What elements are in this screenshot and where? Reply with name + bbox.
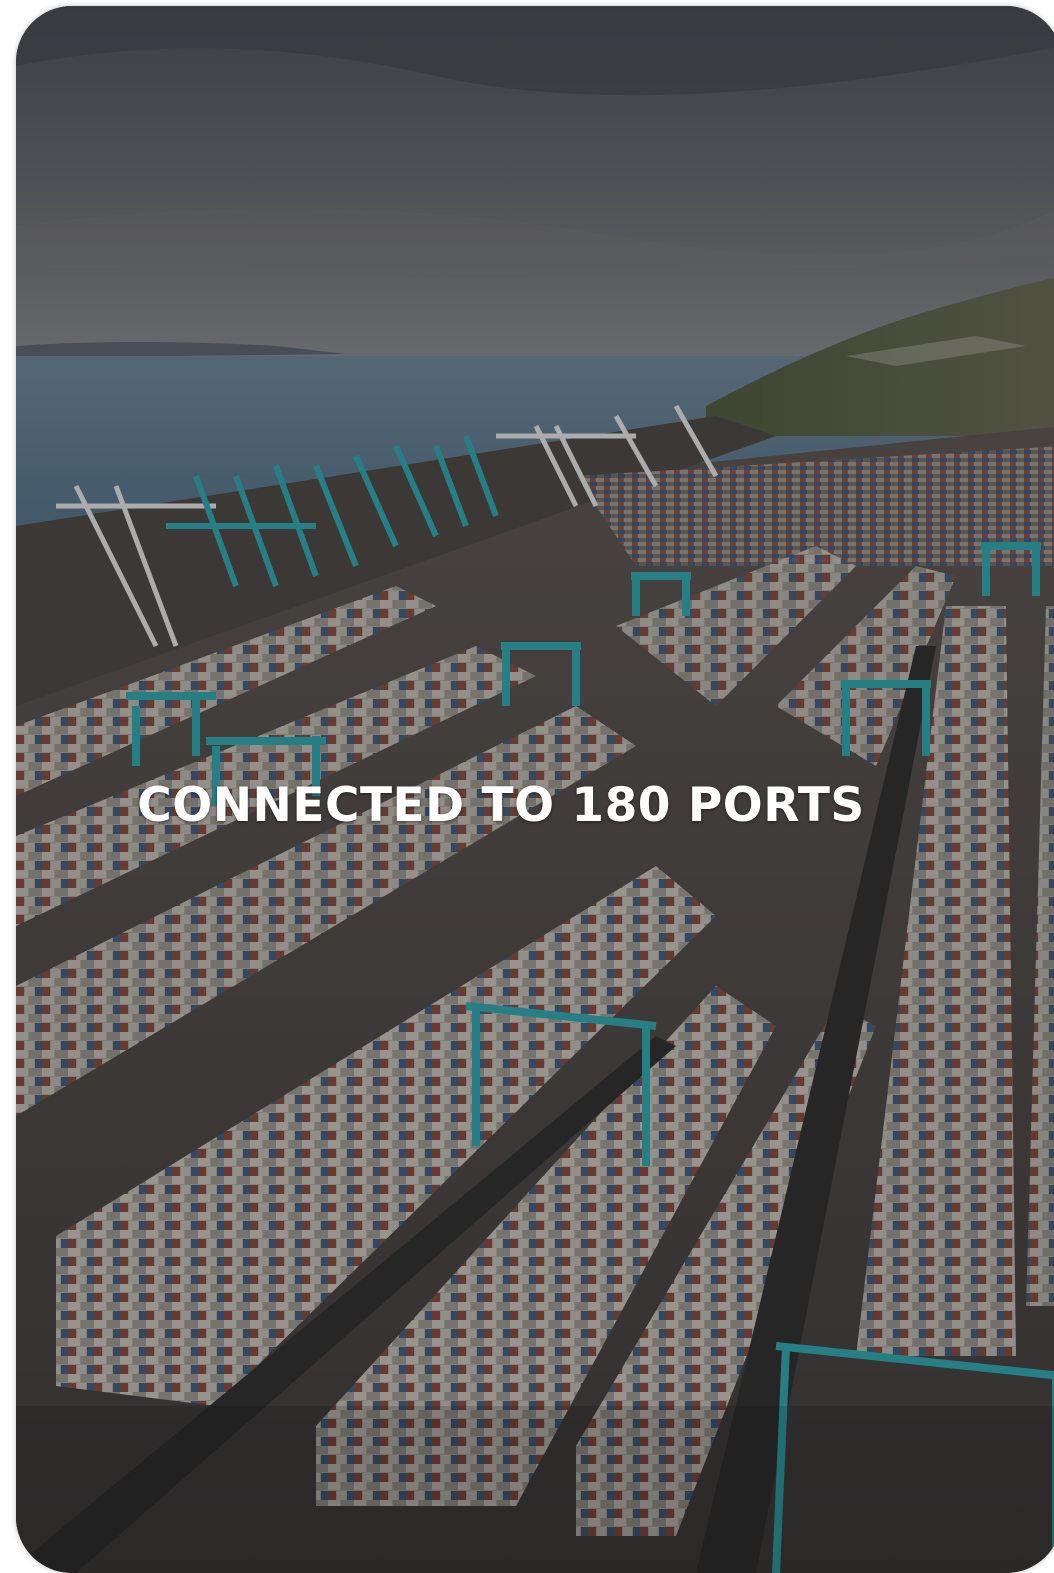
card-headline: CONNECTED TO 180 PORTS — [137, 778, 865, 833]
port-promo-card[interactable]: CONNECTED TO 180 PORTS — [16, 6, 1054, 1573]
